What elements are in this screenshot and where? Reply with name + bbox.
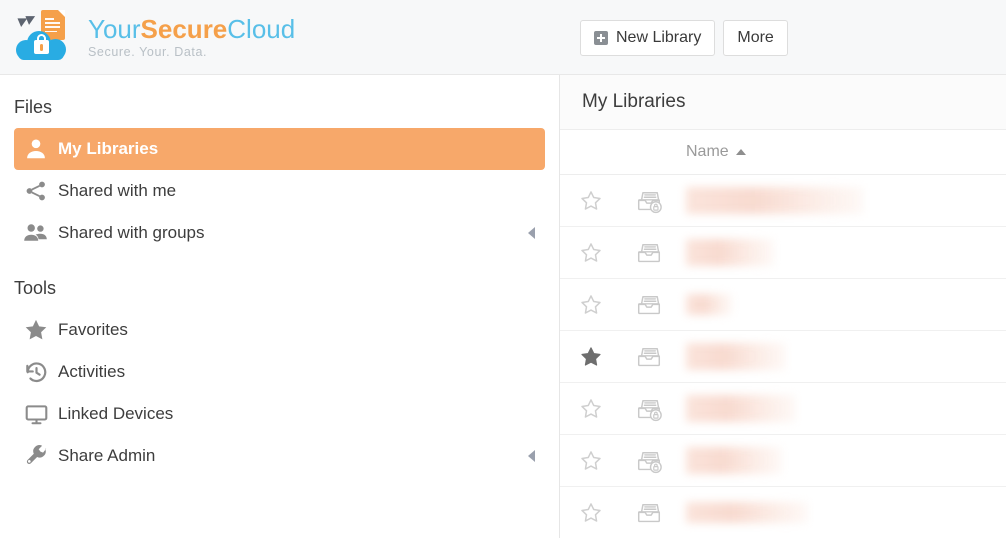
- table-row[interactable]: [560, 175, 1006, 227]
- brand-tagline: Secure. Your. Data.: [88, 44, 208, 59]
- encrypted-library-icon: [622, 396, 676, 422]
- brand-title: YourSecureCloud: [88, 16, 295, 42]
- favorite-star-icon[interactable]: [560, 397, 622, 421]
- library-name-cell[interactable]: [676, 239, 1006, 266]
- sidebar: Files My Libraries Shared with me Shared…: [0, 75, 560, 538]
- favorite-star-icon[interactable]: [560, 501, 622, 525]
- brand-logo-area[interactable]: YourSecureCloud Secure. Your. Data.: [0, 0, 295, 74]
- top-bar: YourSecureCloud Secure. Your. Data. New …: [0, 0, 1006, 75]
- caret-up-icon: [735, 149, 746, 155]
- favorite-star-icon[interactable]: [560, 293, 622, 317]
- sidebar-item-activities-label: Activities: [58, 362, 126, 381]
- sidebar-item-linked-devices-label: Linked Devices: [58, 404, 174, 423]
- table-row[interactable]: [560, 487, 1006, 538]
- library-name-cell[interactable]: [676, 447, 1006, 474]
- collapse-caret-icon[interactable]: [528, 450, 535, 462]
- library-icon: [622, 240, 676, 266]
- sidebar-item-shared-with-me-label: Shared with me: [58, 181, 177, 200]
- table-row[interactable]: [560, 383, 1006, 435]
- redacted-library-name: [686, 187, 864, 214]
- favorite-star-icon[interactable]: [560, 189, 622, 213]
- redacted-library-name: [686, 294, 732, 315]
- library-list: [560, 175, 1006, 538]
- main-panel: My Libraries Name: [560, 75, 1006, 538]
- sidebar-item-my-libraries[interactable]: My Libraries: [14, 128, 545, 170]
- cloud-icon: [16, 30, 66, 60]
- redacted-library-name: [686, 447, 782, 474]
- monitor-icon: [14, 402, 58, 427]
- sidebar-item-share-admin[interactable]: Share Admin: [14, 435, 545, 477]
- table-row[interactable]: [560, 331, 1006, 383]
- favorite-star-icon[interactable]: [560, 241, 622, 265]
- sidebar-heading-files: Files: [14, 97, 53, 117]
- collapse-caret-icon[interactable]: [528, 227, 535, 239]
- user-icon: [14, 136, 58, 162]
- brand-text: YourSecureCloud Secure. Your. Data.: [88, 16, 295, 59]
- table-row[interactable]: [560, 279, 1006, 331]
- sort-by-name-button[interactable]: Name: [686, 143, 746, 161]
- favorite-star-icon[interactable]: [560, 449, 622, 473]
- library-icon: [622, 500, 676, 526]
- sidebar-item-my-libraries-label: My Libraries: [58, 139, 159, 158]
- redacted-library-name: [686, 239, 774, 266]
- library-name-cell[interactable]: [676, 502, 1006, 523]
- library-icon: [622, 344, 676, 370]
- sidebar-item-shared-with-me[interactable]: Shared with me: [14, 170, 545, 212]
- encrypted-library-icon: [622, 448, 676, 474]
- redacted-library-name: [686, 343, 786, 370]
- share-nodes-icon: [14, 179, 58, 203]
- table-header-name-label: Name: [686, 143, 729, 160]
- page-title: My Libraries: [582, 91, 686, 112]
- favorite-star-filled-icon[interactable]: [560, 345, 622, 369]
- cloud-lock-document-logo-icon: [14, 8, 78, 66]
- toolbar-actions: New Library More: [580, 0, 788, 75]
- library-name-cell[interactable]: [676, 187, 1006, 214]
- plus-square-icon: [594, 30, 608, 45]
- sidebar-item-favorites-label: Favorites: [58, 320, 128, 339]
- redacted-library-name: [686, 395, 796, 422]
- sidebar-item-shared-with-groups-label: Shared with groups: [58, 223, 205, 242]
- body: Files My Libraries Shared with me Shared…: [0, 75, 1006, 538]
- wrench-icon: [14, 444, 58, 469]
- redacted-library-name: [686, 502, 808, 523]
- library-icon: [622, 292, 676, 318]
- brand-title-cloud: Cloud: [227, 13, 296, 44]
- new-library-button[interactable]: New Library: [580, 19, 716, 56]
- star-icon: [14, 317, 58, 343]
- table-header-name[interactable]: Name: [676, 143, 1006, 161]
- brand-title-your: Your: [88, 13, 141, 44]
- table-row[interactable]: [560, 435, 1006, 487]
- brand-title-secure: Secure: [140, 13, 228, 44]
- new-library-button-label: New Library: [616, 28, 702, 46]
- sidebar-item-favorites[interactable]: Favorites: [14, 309, 545, 351]
- sidebar-heading-tools: Tools: [14, 278, 57, 298]
- main-header: My Libraries: [560, 75, 1006, 130]
- table-header: Name: [560, 130, 1006, 175]
- lock-icon: [34, 34, 49, 54]
- app-root: YourSecureCloud Secure. Your. Data. New …: [0, 0, 1006, 538]
- sidebar-item-linked-devices[interactable]: Linked Devices: [14, 393, 545, 435]
- sidebar-item-share-admin-label: Share Admin: [58, 446, 156, 465]
- encrypted-library-icon: [622, 188, 676, 214]
- sidebar-item-activities[interactable]: Activities: [14, 351, 545, 393]
- history-icon: [14, 360, 58, 385]
- more-button[interactable]: More: [723, 19, 788, 56]
- library-name-cell[interactable]: [676, 343, 1006, 370]
- library-name-cell[interactable]: [676, 294, 1006, 315]
- library-name-cell[interactable]: [676, 395, 1006, 422]
- sidebar-item-shared-with-groups[interactable]: Shared with groups: [14, 212, 545, 254]
- table-row[interactable]: [560, 227, 1006, 279]
- users-group-icon: [14, 220, 58, 246]
